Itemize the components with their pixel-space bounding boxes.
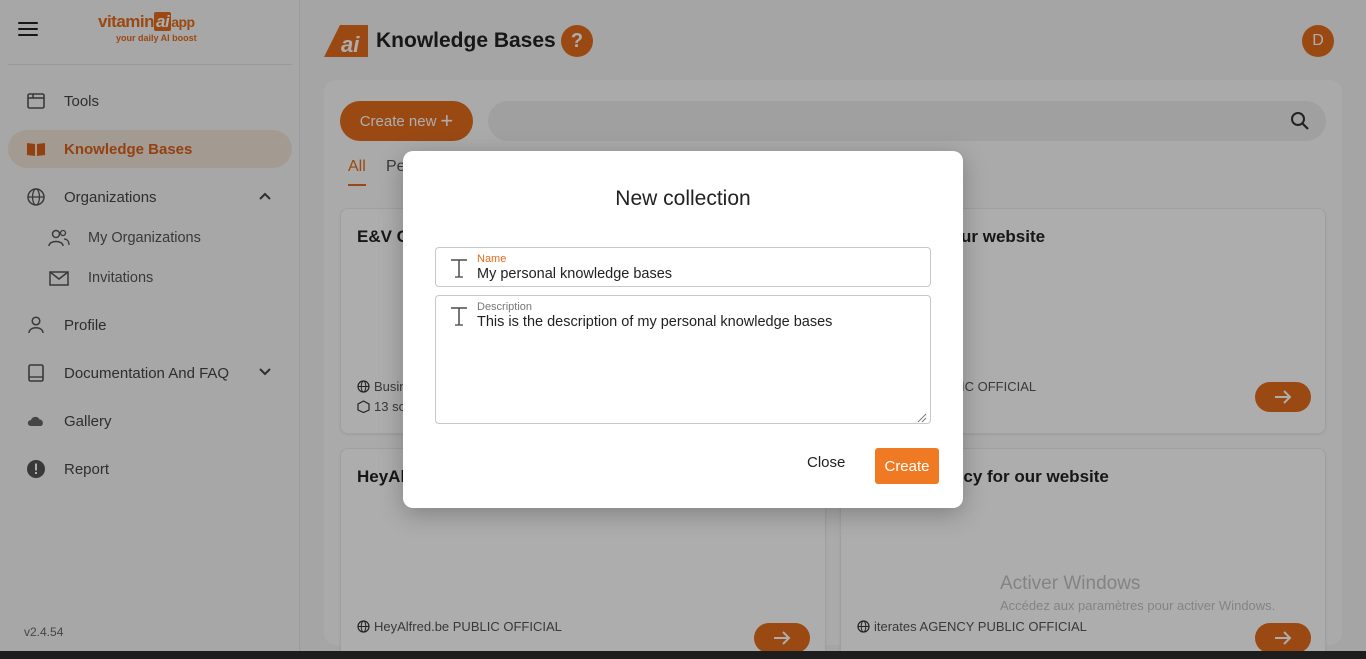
description-textarea[interactable]: This is the description of my personal k… xyxy=(477,314,832,330)
name-input[interactable]: My personal knowledge bases xyxy=(477,266,672,282)
create-button[interactable]: Create xyxy=(875,448,939,484)
os-taskbar xyxy=(0,651,1366,659)
resize-handle-icon[interactable] xyxy=(917,410,927,423)
text-format-icon xyxy=(448,305,470,327)
description-field[interactable]: Description This is the description of m… xyxy=(435,295,931,424)
name-label: Name xyxy=(477,253,507,265)
name-field[interactable]: Name My personal knowledge bases xyxy=(435,247,931,287)
description-label: Description xyxy=(477,301,533,313)
dialog-title: New collection xyxy=(615,187,751,210)
new-collection-dialog: New collection Name My personal knowledg… xyxy=(403,151,963,508)
close-button[interactable]: Close xyxy=(807,454,845,471)
text-format-icon xyxy=(448,257,470,279)
